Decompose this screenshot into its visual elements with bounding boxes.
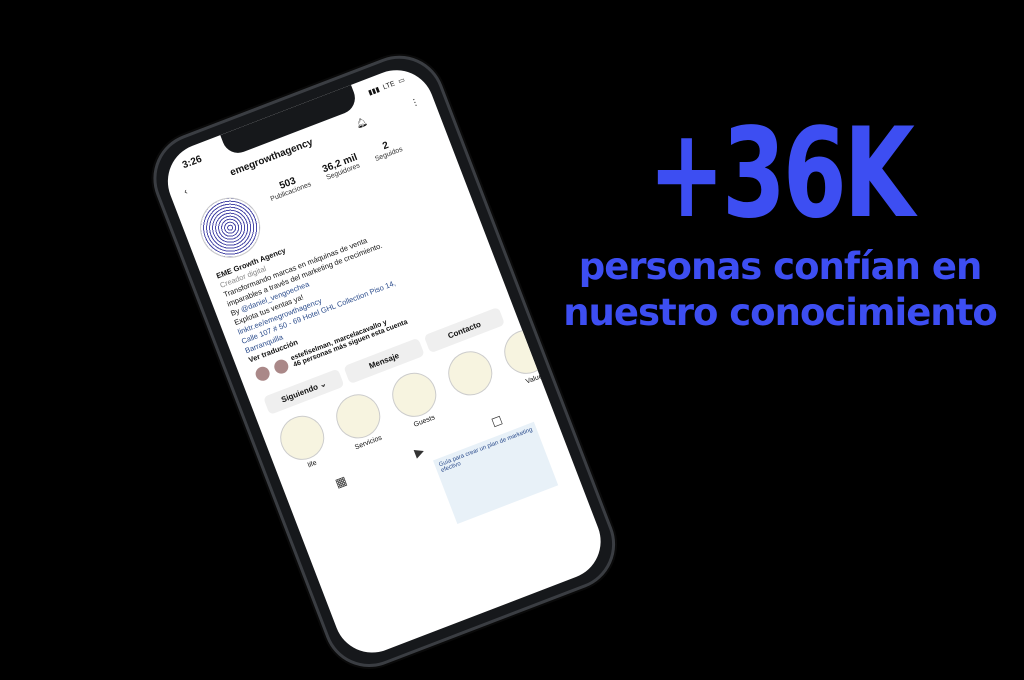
more-icon[interactable]: ⋮	[409, 96, 421, 109]
stat-followers[interactable]: 36,2 mil Seguidores	[321, 152, 362, 182]
bell-icon[interactable]: 🔔︎	[354, 116, 369, 130]
phone-mockup: 3:26 ▮▮▮ LTE ▭ ‹ emegrowthagency 🔔︎ ⋮ 50…	[120, 42, 629, 680]
highlight-cover	[273, 409, 331, 467]
battery-icon: ▭	[397, 76, 406, 86]
status-time: 3:26	[180, 153, 204, 172]
subline-1: personas confían en	[578, 245, 983, 288]
tagged-icon[interactable]: ☐	[490, 413, 505, 430]
stat-following[interactable]: 2 Seguidos	[370, 136, 404, 163]
back-icon[interactable]: ‹	[182, 186, 188, 196]
follower-avatar	[270, 356, 292, 377]
subline-2: nuestro conocimiento	[563, 291, 998, 334]
network-label: LTE	[381, 79, 396, 91]
highlight-item[interactable]: Guests	[385, 366, 446, 432]
highlight-label: life	[306, 459, 318, 470]
signal-icon: ▮▮▮	[367, 86, 381, 97]
highlight-item[interactable]: Servicios	[329, 387, 390, 454]
stat-posts[interactable]: 503 Publicaciones	[266, 171, 313, 204]
highlight-item[interactable]: life	[273, 409, 334, 475]
headline-number: +36K	[648, 102, 915, 246]
highlight-cover	[497, 323, 555, 381]
phone-screen: 3:26 ▮▮▮ LTE ▭ ‹ emegrowthagency 🔔︎ ⋮ 50…	[156, 59, 612, 664]
reels-icon[interactable]: ▶	[412, 444, 426, 460]
highlight-item[interactable]: ValueB	[497, 323, 558, 389]
highlight-item[interactable]	[441, 344, 502, 411]
phone-frame: 3:26 ▮▮▮ LTE ▭ ‹ emegrowthagency 🔔︎ ⋮ 50…	[140, 42, 629, 680]
follower-avatar	[252, 363, 273, 385]
stat-block: +36K personas confían en nuestro conocim…	[560, 112, 1000, 336]
highlight-cover	[441, 344, 499, 402]
status-bar: ▮▮▮ LTE ▭	[367, 76, 406, 97]
